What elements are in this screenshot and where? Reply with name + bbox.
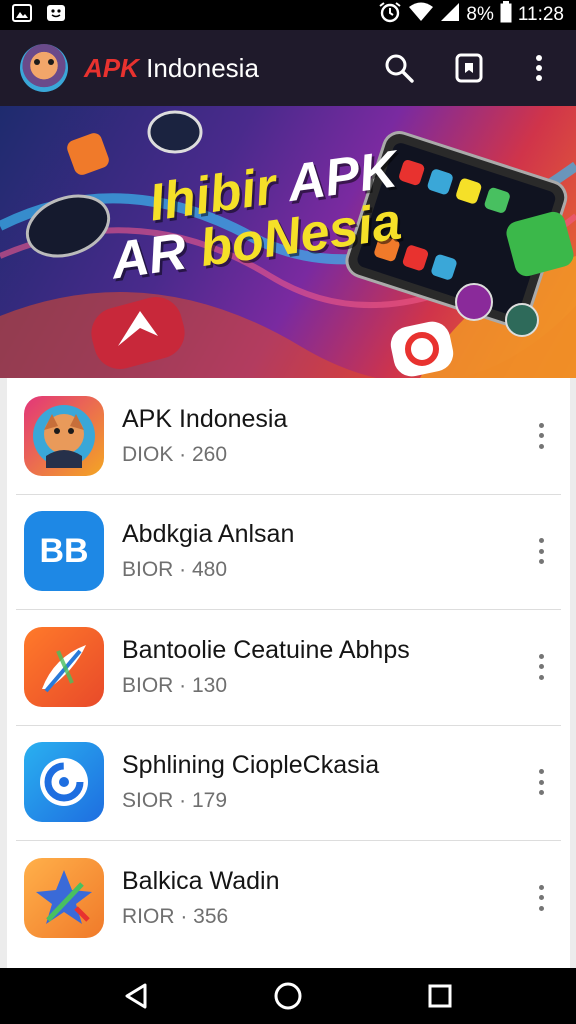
recents-button[interactable]	[420, 976, 460, 1016]
list-item[interactable]: APK Indonesia DIOK · 260	[7, 378, 570, 494]
app-meta: BIOR · 130	[122, 673, 228, 697]
app-title-brand: APK	[84, 52, 139, 83]
mascot-icon	[24, 395, 104, 476]
wifi-icon	[408, 2, 434, 28]
app-meta: DIOK · 260	[122, 442, 228, 466]
feather-icon	[24, 626, 104, 707]
app-logo[interactable]	[20, 44, 68, 92]
list-item[interactable]: Sphlining CioplеCkasia SIOR · 179	[7, 724, 570, 841]
alarm-icon	[378, 1, 402, 29]
overflow-menu-button[interactable]	[522, 51, 556, 85]
banner-headline-word: AR	[107, 222, 191, 291]
chat-swirl-icon	[24, 742, 104, 823]
search-icon	[385, 54, 414, 83]
bookmark-icon	[455, 53, 483, 83]
battery-icon	[500, 1, 512, 29]
app-bar: APK Indonesia	[0, 30, 576, 106]
app-meta: RIOR · 356	[122, 904, 229, 928]
signal-icon	[440, 2, 460, 28]
back-button[interactable]	[116, 976, 156, 1016]
home-button[interactable]	[268, 976, 308, 1016]
status-time: 11:28	[517, 4, 564, 25]
item-overflow-menu-icon[interactable]	[534, 419, 548, 453]
app-list: APK Indonesia DIOK · 260 BB Abdkgia Anls…	[7, 378, 570, 968]
app-name: Abdkgia Anlsan	[122, 520, 295, 549]
app-name: Sphlining CioplеCkasia	[122, 751, 380, 780]
recents-icon	[428, 984, 452, 1008]
image-icon	[12, 3, 32, 27]
item-overflow-menu-icon[interactable]	[534, 650, 548, 684]
search-button[interactable]	[382, 51, 416, 85]
item-overflow-menu-icon[interactable]	[534, 881, 548, 915]
bb-icon: BB	[24, 511, 104, 592]
promo-banner[interactable]: Ihibir APK AR boNesia	[0, 106, 576, 378]
screen: 8% 11:28 APK Indonesia Ihibir APK AR boN…	[0, 0, 576, 1024]
overflow-menu-icon	[536, 55, 542, 81]
back-icon	[125, 983, 147, 1009]
home-icon	[274, 982, 302, 1010]
item-overflow-menu-icon[interactable]	[534, 765, 548, 799]
bookmark-button[interactable]	[452, 51, 486, 85]
item-overflow-menu-icon[interactable]	[534, 534, 548, 568]
floating-app-icon	[505, 303, 539, 337]
bb-icon-text: BB	[39, 531, 89, 570]
app-title: APK Indonesia	[84, 53, 259, 84]
app-name: Balkica Wadin	[122, 866, 280, 895]
notification-icon	[46, 4, 66, 27]
star-arrow-icon	[24, 857, 104, 938]
system-nav-bar	[0, 968, 576, 1024]
battery-percent: 8%	[466, 4, 494, 25]
status-bar: 8% 11:28	[0, 0, 576, 30]
list-item[interactable]: Balkica Wadin RIOR · 356	[7, 840, 570, 956]
list-item[interactable]: BB Abdkgia Anlsan BIOR · 480	[7, 493, 570, 610]
floating-app-icon	[455, 283, 493, 321]
app-meta: BIOR · 480	[122, 558, 228, 582]
app-name: APK Indonesia	[122, 404, 288, 433]
app-title-text: Indonesia	[146, 52, 259, 83]
app-name: Bantoolie Ceatuine Abhps	[122, 635, 410, 664]
floating-app-icon	[67, 133, 109, 175]
app-meta: SIOR · 179	[122, 789, 228, 813]
list-item[interactable]: Bantoolie Ceatuine Abhps BIOR · 130	[7, 609, 570, 725]
floating-app-icon	[147, 110, 203, 154]
